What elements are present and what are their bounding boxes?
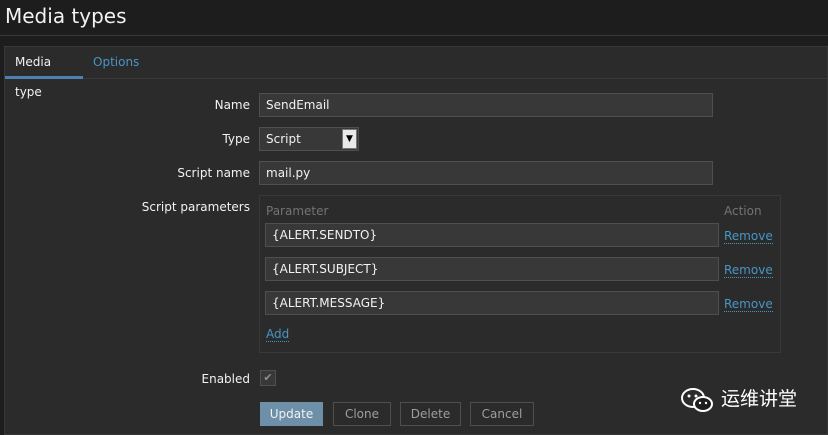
name-input[interactable]: SendEmail — [259, 93, 713, 117]
script-name-label: Script name — [177, 166, 250, 180]
script-parameters-table: Parameter Action {ALERT.SENDTO} Remove {… — [259, 195, 781, 353]
checkmark-icon: ✔ — [263, 371, 273, 384]
script-name-input[interactable]: mail.py — [259, 161, 713, 185]
parameter-column-header: Parameter — [266, 204, 329, 218]
parameter-input-3[interactable]: {ALERT.MESSAGE} — [265, 291, 719, 315]
type-select[interactable]: Script ▼ — [259, 127, 359, 151]
watermark-text: 运维讲堂 — [721, 388, 798, 410]
form-panel: Media type Options Name SendEmail Type S… — [4, 46, 828, 435]
type-label: Type — [222, 132, 250, 146]
remove-parameter-3-link[interactable]: Remove — [724, 297, 773, 312]
page-header: Media types — [0, 0, 828, 36]
update-button[interactable]: Update — [260, 402, 323, 426]
cancel-button[interactable]: Cancel — [470, 402, 534, 426]
chevron-down-icon[interactable]: ▼ — [342, 129, 357, 149]
tab-bar: Media type Options — [5, 47, 827, 99]
name-label: Name — [214, 98, 250, 112]
clone-button[interactable]: Clone — [333, 402, 391, 426]
parameter-input-1[interactable]: {ALERT.SENDTO} — [265, 223, 719, 247]
enabled-checkbox[interactable]: ✔ — [260, 370, 276, 386]
page-title: Media types — [5, 4, 127, 28]
action-column-header: Action — [724, 204, 762, 218]
remove-parameter-1-link[interactable]: Remove — [724, 229, 773, 244]
delete-button[interactable]: Delete — [400, 402, 461, 426]
wechat-icon — [681, 388, 713, 412]
script-parameters-label: Script parameters — [141, 200, 250, 214]
parameter-input-2[interactable]: {ALERT.SUBJECT} — [265, 257, 719, 281]
remove-parameter-2-link[interactable]: Remove — [724, 263, 773, 278]
tab-media-type[interactable]: Media type — [5, 47, 83, 99]
type-select-value: Script — [266, 132, 301, 146]
add-parameter-link[interactable]: Add — [266, 327, 290, 342]
tab-options[interactable]: Options — [83, 47, 149, 79]
enabled-label: Enabled — [201, 372, 251, 386]
